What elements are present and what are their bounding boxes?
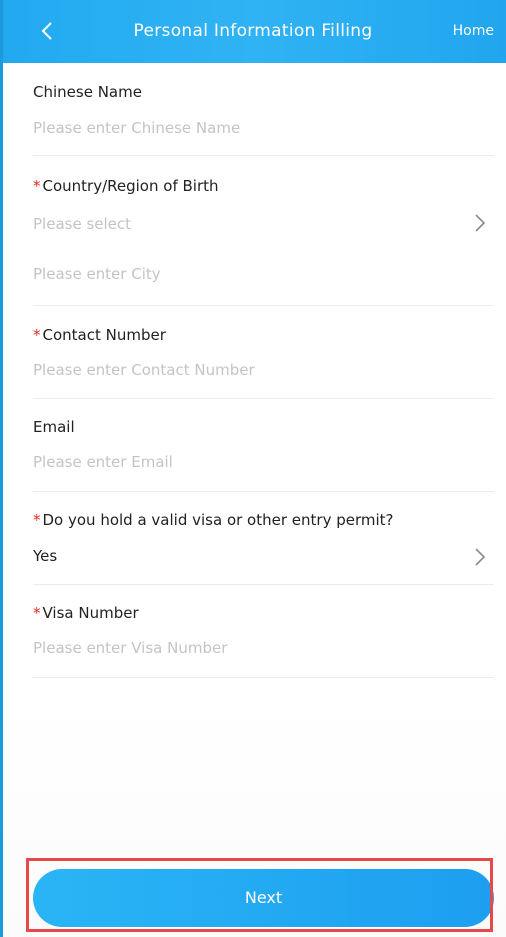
chinese-name-input[interactable]: Please enter Chinese Name — [33, 119, 240, 137]
page-title: Personal Information Filling — [133, 21, 373, 41]
visa-number-field[interactable]: * Visa Number Please enter Visa Number — [33, 584, 494, 678]
contact-number-label: * Contact Number — [33, 326, 166, 344]
next-button[interactable]: Next — [33, 869, 494, 927]
screen: Personal Information Filling Home Chines… — [0, 0, 506, 937]
email-input[interactable]: Please enter Email — [33, 453, 173, 471]
chevron-right-icon[interactable] — [474, 547, 486, 567]
chevron-left-icon — [41, 22, 52, 40]
visa-number-input[interactable]: Please enter Visa Number — [33, 639, 227, 657]
required-marker: * — [33, 511, 41, 529]
header-bar: Personal Information Filling Home — [0, 0, 506, 63]
left-edge-bar — [0, 0, 3, 937]
visa-holder-field[interactable]: * Do you hold a valid visa or other entry… — [33, 491, 494, 585]
chinese-name-label: Chinese Name — [33, 83, 142, 101]
required-marker: * — [33, 604, 41, 622]
birth-country-field[interactable]: * Country/Region of Birth Please select — [33, 155, 494, 249]
email-field[interactable]: Email Please enter Email — [33, 398, 494, 492]
required-marker: * — [33, 177, 41, 195]
contact-number-field[interactable]: * Contact Number Please enter Contact Num… — [33, 305, 494, 399]
visa-holder-label: * Do you hold a valid visa or other entry… — [33, 511, 394, 529]
city-field[interactable]: Please enter City — [33, 249, 494, 306]
chinese-name-field[interactable]: Chinese Name Please enter Chinese Name — [33, 63, 494, 156]
birth-country-select[interactable]: Please select — [33, 215, 131, 233]
home-button[interactable]: Home — [453, 0, 494, 63]
city-input[interactable]: Please enter City — [33, 265, 161, 283]
visa-number-label: * Visa Number — [33, 604, 139, 622]
contact-number-input[interactable]: Please enter Contact Number — [33, 361, 255, 379]
email-label: Email — [33, 418, 75, 436]
back-button[interactable] — [36, 16, 58, 46]
required-marker: * — [33, 326, 41, 344]
visa-holder-select[interactable]: Yes — [33, 547, 57, 565]
chevron-right-icon[interactable] — [474, 213, 486, 233]
birth-country-label: * Country/Region of Birth — [33, 177, 219, 195]
